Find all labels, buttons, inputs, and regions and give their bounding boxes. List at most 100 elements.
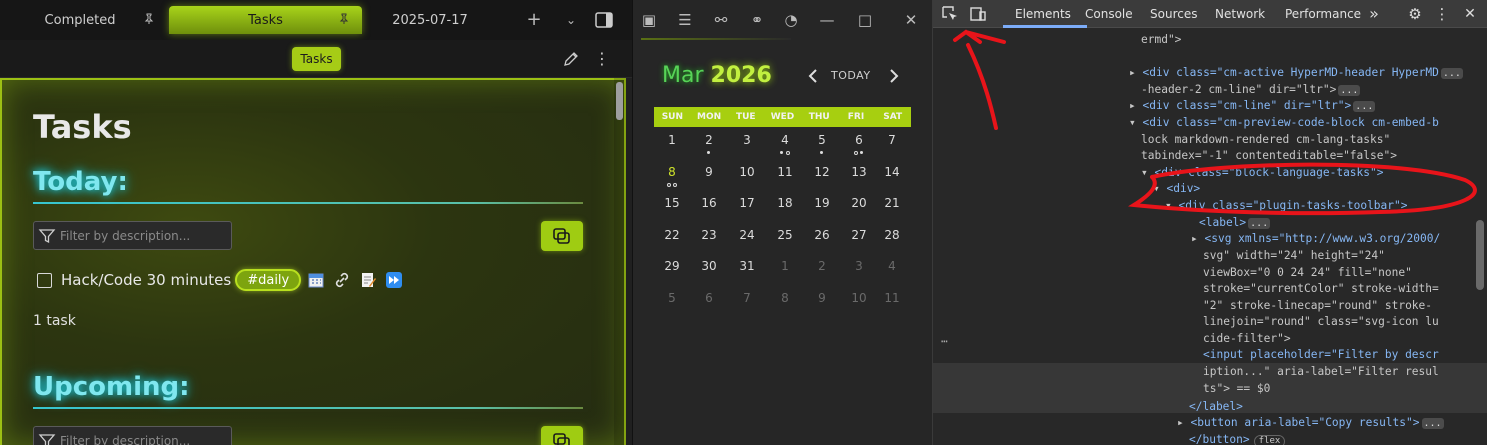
collapsed-ellipsis[interactable]: ... <box>1440 68 1463 79</box>
calendar-day[interactable]: 4 <box>767 133 803 147</box>
filter-input[interactable]: Filter by description... <box>33 221 232 250</box>
calendar-day[interactable]: 12 <box>804 165 840 179</box>
calendar-day[interactable]: 22 <box>654 228 690 242</box>
tab-elements[interactable]: Elements <box>1015 7 1071 21</box>
calendar-day[interactable]: 24 <box>729 228 765 242</box>
close-icon[interactable]: ✕ <box>1461 5 1479 23</box>
pencil-icon[interactable] <box>562 50 580 68</box>
calendar-day[interactable]: 5 <box>654 291 690 305</box>
tab-tasks[interactable]: Tasks <box>169 6 362 34</box>
task-tag[interactable]: #daily <box>235 269 302 291</box>
calendar-day[interactable]: 31 <box>729 259 765 273</box>
dom-node-line[interactable]: ▾ <div class="cm-preview-code-block cm-e… <box>1129 115 1439 132</box>
scrollbar-thumb[interactable] <box>616 82 623 120</box>
dom-node-line[interactable]: ▾ <div class="plugin-tasks-toolbar"> <box>1165 198 1408 215</box>
window-close-icon[interactable]: ✕ <box>901 10 921 30</box>
calendar-day[interactable]: 7 <box>874 133 910 147</box>
dom-node-line[interactable]: <label>... <box>1199 215 1271 232</box>
today-button[interactable]: TODAY <box>831 69 871 82</box>
tab-completed[interactable]: Completed <box>20 6 154 34</box>
calendar-day[interactable]: 13 <box>841 165 877 179</box>
expand-arrow-icon[interactable]: ▾ <box>1165 199 1178 212</box>
list-icon[interactable]: ☰ <box>675 10 695 30</box>
calendar-day[interactable]: 15 <box>654 196 690 210</box>
dom-node-line[interactable]: ▸ <svg xmlns="http://www.w3.org/2000/ <box>1191 231 1440 248</box>
expand-arrow-icon[interactable]: ▾ <box>1141 166 1154 179</box>
target-icon[interactable]: ◔ <box>781 10 801 30</box>
inspect-element-icon[interactable] <box>941 5 959 23</box>
dom-node-line[interactable]: ts"> == $0 <box>1203 381 1270 398</box>
calendar-day[interactable]: 2 <box>804 259 840 273</box>
calendar-day[interactable]: 4 <box>874 259 910 273</box>
edit-note-icon[interactable] <box>359 271 377 289</box>
settings-gear-icon[interactable]: ⚙ <box>1406 5 1424 23</box>
calendar-day[interactable]: 16 <box>691 196 727 210</box>
dom-node-line[interactable]: svg" width="24" height="24" <box>1203 248 1385 265</box>
calendar-day[interactable]: 30 <box>691 259 727 273</box>
fast-forward-icon[interactable] <box>385 271 403 289</box>
calendar-day[interactable]: 17 <box>729 196 765 210</box>
calendar-view-icon[interactable]: ▣ <box>639 10 659 30</box>
tab-date[interactable]: 2025-07-17 <box>380 6 480 34</box>
calendar-day[interactable]: 19 <box>804 196 840 210</box>
dom-node-line[interactable]: </button> flex <box>1189 432 1286 445</box>
dom-node-line[interactable]: -header-2 cm-line" dir="ltr">... <box>1141 82 1361 99</box>
dom-node-line[interactable]: </label> <box>1189 399 1243 416</box>
collapsed-ellipsis[interactable]: ... <box>1353 101 1376 112</box>
calendar-day[interactable]: 9 <box>691 165 727 179</box>
calendar-day[interactable]: 10 <box>841 291 877 305</box>
device-toolbar-icon[interactable] <box>969 5 987 23</box>
more-options-icon[interactable]: ⋮ <box>1433 5 1451 23</box>
link-icon[interactable] <box>333 271 351 289</box>
filter-input[interactable]: Filter by description... <box>33 426 232 445</box>
tab-sources[interactable]: Sources <box>1150 7 1197 21</box>
calendar-day[interactable]: 21 <box>874 196 910 210</box>
calendar-day[interactable]: 1 <box>767 259 803 273</box>
previous-month-icon[interactable] <box>806 68 820 84</box>
dom-node-line[interactable]: ▾ <div class="block-language-tasks"> <box>1141 165 1384 182</box>
dom-node-line[interactable]: ermd"> <box>1141 32 1181 49</box>
dom-node-line[interactable]: <input placeholder="Filter by descr <box>1203 347 1439 364</box>
task-checkbox[interactable] <box>37 272 52 288</box>
scrollbar-thumb[interactable] <box>1476 220 1484 290</box>
chevron-down-icon[interactable]: ⌄ <box>561 10 581 30</box>
calendar-day[interactable]: 28 <box>874 228 910 242</box>
dom-node-line[interactable]: stroke="currentColor" stroke-width= <box>1203 281 1439 298</box>
copy-results-button[interactable] <box>541 426 583 445</box>
dom-node-line[interactable]: cide-filter"> <box>1203 331 1291 348</box>
more-options-icon[interactable]: ⋮ <box>594 50 610 68</box>
dom-node-line[interactable]: viewBox="0 0 24 24" fill="none" <box>1203 265 1412 282</box>
window-maximize-icon[interactable]: □ <box>855 10 875 30</box>
expand-arrow-icon[interactable]: ▸ <box>1129 66 1142 79</box>
calendar-day[interactable]: 26 <box>804 228 840 242</box>
dom-node-line[interactable]: lock markdown-rendered cm-lang-tasks" <box>1141 132 1390 149</box>
calendar-day[interactable]: 14 <box>874 165 910 179</box>
calendar-day[interactable]: 5 <box>804 133 840 147</box>
link-add-icon[interactable]: ⚭ <box>747 10 767 30</box>
calendar-icon[interactable] <box>307 271 325 289</box>
row-menu-icon[interactable]: ⋯ <box>941 334 948 351</box>
tab-network[interactable]: Network <box>1215 7 1265 21</box>
dom-node-line[interactable]: ▾ <div> <box>1153 181 1200 198</box>
calendar-day[interactable]: 3 <box>841 259 877 273</box>
calendar-day[interactable]: 20 <box>841 196 877 210</box>
new-tab-icon[interactable]: + <box>524 10 544 30</box>
scrollbar[interactable] <box>614 78 626 445</box>
calendar-day[interactable]: 29 <box>654 259 690 273</box>
collapsed-ellipsis[interactable]: ... <box>1421 418 1444 429</box>
toggle-sidebar-icon[interactable] <box>594 10 614 30</box>
expand-arrow-icon[interactable]: ▸ <box>1177 416 1190 429</box>
calendar-day[interactable]: 7 <box>729 291 765 305</box>
dom-node-line[interactable]: linejoin="round" class="svg-icon lu <box>1203 314 1439 331</box>
calendar-day[interactable]: 23 <box>691 228 727 242</box>
dom-node-line[interactable]: iption..." aria-label="Filter resul <box>1203 364 1439 381</box>
flex-badge[interactable]: flex <box>1253 435 1286 445</box>
dom-node-line[interactable]: tabindex="-1" contenteditable="false"> <box>1141 148 1397 165</box>
calendar-day[interactable]: 11 <box>874 291 910 305</box>
calendar-day[interactable]: 1 <box>654 133 690 147</box>
next-month-icon[interactable] <box>887 68 901 84</box>
calendar-day[interactable]: 11 <box>767 165 803 179</box>
window-minimize-icon[interactable]: — <box>817 10 837 30</box>
calendar-day[interactable]: 25 <box>767 228 803 242</box>
more-tabs-icon[interactable]: » <box>1365 5 1383 23</box>
